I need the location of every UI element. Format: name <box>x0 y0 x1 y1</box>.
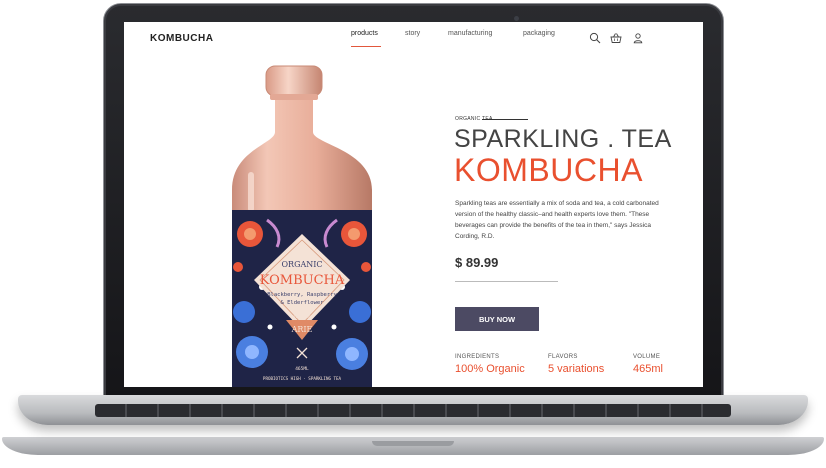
buy-now-button[interactable]: BUY NOW <box>455 307 539 331</box>
search-icon[interactable] <box>589 32 601 44</box>
bottle-label-name: KOMBUCHA <box>260 273 345 288</box>
nav-item-products[interactable]: products <box>351 30 378 37</box>
basket-icon[interactable] <box>610 32 622 44</box>
spec-value: 465ml <box>633 363 663 375</box>
bottle-label-flavor-2: & Elderflower <box>280 300 324 306</box>
spec-volume: VOLUME 465ml <box>633 354 663 375</box>
product-bottle-image: ORGANIC KOMBUCHA Blackberry, Raspberry &… <box>232 65 372 387</box>
laptop-keyboard <box>95 404 731 417</box>
bottle-label-organic: ORGANIC <box>281 260 322 269</box>
bottle-label-maker: ARIE <box>291 325 313 334</box>
laptop-base-lip <box>2 437 824 455</box>
product-price: $ 89.99 <box>455 255 499 270</box>
bottle-label-volume: 465ML <box>295 366 309 372</box>
spec-value: 100% Organic <box>455 363 525 375</box>
spec-flavors: FLAVORS 5 variations <box>548 354 604 375</box>
spec-label: FLAVORS <box>548 354 578 360</box>
nav-item-story[interactable]: story <box>405 30 420 37</box>
bottle-label-small: LOVE AT LIFE <box>291 315 314 319</box>
hero-title-line1: SPARKLING . TEA <box>454 125 672 153</box>
top-nav: products story manufacturing packaging <box>124 30 703 50</box>
nav-item-manufacturing[interactable]: manufacturing <box>448 30 492 37</box>
nav-active-underline <box>351 46 381 47</box>
hero-title-line2: KOMBUCHA <box>454 152 643 188</box>
nav-item-packaging[interactable]: packaging <box>523 30 555 37</box>
spec-ingredients: INGREDIENTS 100% Organic <box>455 354 525 375</box>
eyebrow-divider <box>482 119 528 120</box>
spec-value: 5 variations <box>548 363 605 375</box>
laptop-screen: KOMBUCHA products story manufacturing pa… <box>124 22 703 387</box>
laptop-notch <box>372 441 454 446</box>
user-icon[interactable] <box>632 32 644 44</box>
price-divider <box>455 281 558 282</box>
product-description: Sparkling teas are essentially a mix of … <box>455 200 659 240</box>
spec-label: VOLUME <box>633 354 661 360</box>
bottle-label-footer: PROBIOTICS HIGH · SPARKLING TEA <box>263 376 342 381</box>
bottle-label-flavor-1: Blackberry, Raspberry <box>267 292 337 298</box>
camera-icon <box>514 16 519 21</box>
spec-label: INGREDIENTS <box>455 354 500 360</box>
